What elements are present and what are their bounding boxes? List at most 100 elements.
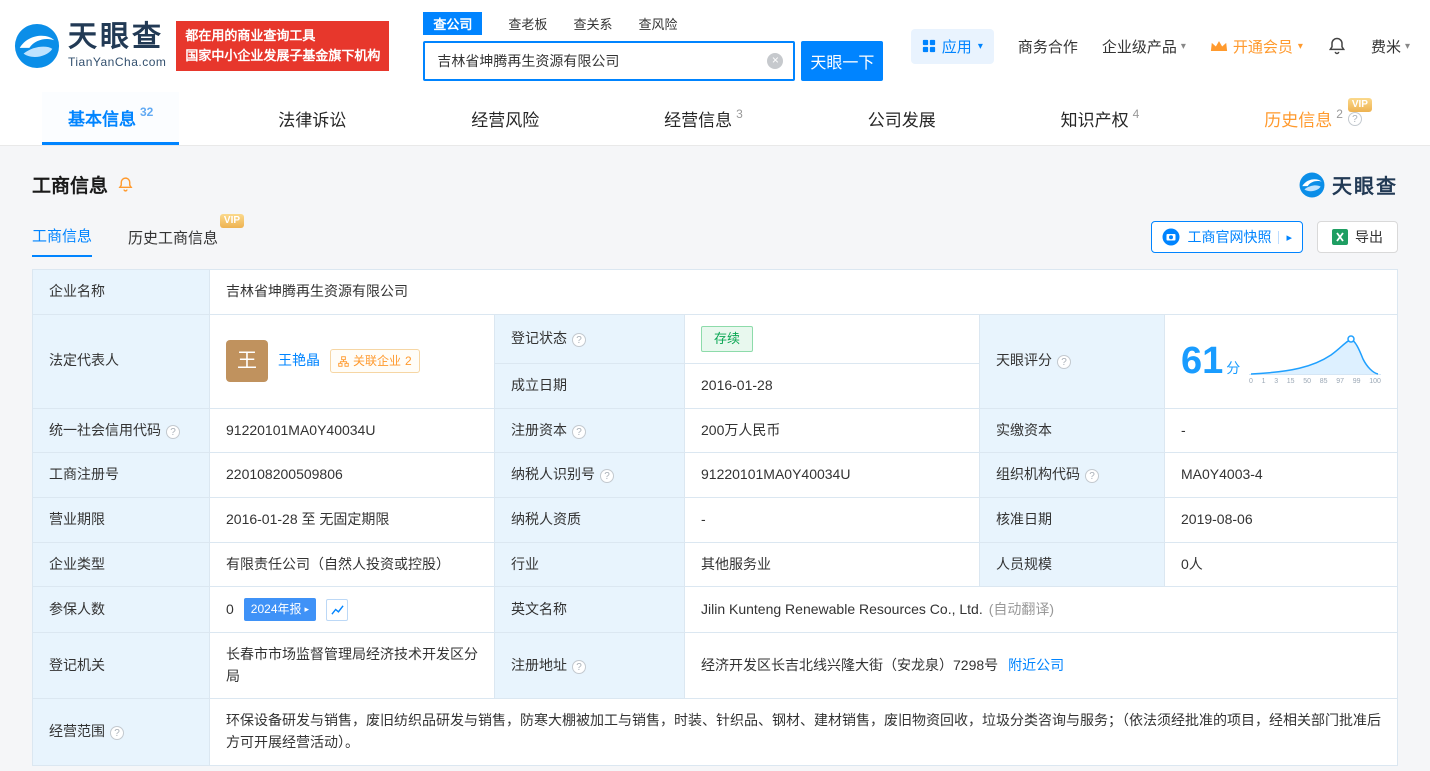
brand-site: TianYanCha.com	[68, 55, 166, 69]
industry-label: 行业	[495, 542, 685, 587]
username: 费米	[1371, 36, 1401, 57]
taxpayer-qual-value: -	[685, 497, 980, 542]
tab-company-development[interactable]: 公司发展	[842, 92, 962, 145]
apps-grid-icon	[922, 39, 936, 53]
arrow-right-icon: ▸	[1278, 231, 1292, 244]
open-vip-link[interactable]: 开通会员 ▾	[1210, 36, 1303, 57]
notification-bell-icon[interactable]	[1327, 36, 1347, 56]
help-icon[interactable]: ?	[166, 425, 180, 439]
table-row: 工商注册号 220108200509806 纳税人识别号? 91220101MA…	[33, 453, 1398, 498]
score-curve-chart[interactable]: 0131550859799100	[1249, 334, 1381, 388]
help-icon[interactable]: ?	[572, 425, 586, 439]
clear-icon[interactable]: ×	[767, 53, 783, 69]
tab-label: 知识产权	[1061, 106, 1129, 131]
legal-rep-link[interactable]: 王艳晶	[278, 350, 320, 372]
avatar[interactable]: 王	[226, 340, 268, 382]
chevron-down-icon: ▾	[978, 41, 983, 52]
help-icon[interactable]: ?	[1085, 469, 1099, 483]
reg-status-label: 登记状态?	[495, 314, 685, 363]
help-icon[interactable]: ?	[600, 469, 614, 483]
enterprise-products-link[interactable]: 企业级产品 ▾	[1102, 36, 1186, 57]
industry-value: 其他服务业	[685, 542, 980, 587]
related-companies-badge[interactable]: 关联企业 2	[330, 349, 420, 374]
score-axis: 0131550859799100	[1249, 377, 1381, 388]
help-icon[interactable]: ?	[1348, 112, 1362, 126]
logo-text: 天眼查 TianYanCha.com	[68, 23, 166, 69]
tab-intellectual-property[interactable]: 知识产权 4	[1035, 92, 1166, 145]
company-nav-tabs: 基本信息 32 法律诉讼 经营风险 经营信息 3 公司发展 知识产权 4 VIP…	[0, 92, 1430, 146]
search-tabs: 查公司 查老板 查关系 查风险	[423, 12, 883, 35]
tab-history-info[interactable]: VIP 历史信息 2 ?	[1238, 92, 1388, 145]
reg-capital-value: 200万人民币	[685, 408, 980, 453]
business-term-label: 营业期限	[33, 497, 210, 542]
reg-authority-label: 登记机关	[33, 632, 210, 698]
tab-basic-info[interactable]: 基本信息 32	[42, 92, 179, 145]
chevron-down-icon: ▾	[1405, 41, 1410, 52]
page: { "icons": { "help": "?", "caret": "▾", …	[0, 0, 1430, 771]
official-snapshot-button[interactable]: 工商官网快照 ▸	[1151, 221, 1303, 253]
open-vip-label: 开通会员	[1233, 36, 1293, 57]
table-row: 统一社会信用代码? 91220101MA0Y40034U 注册资本? 200万人…	[33, 408, 1398, 453]
search-tab-boss[interactable]: 查老板	[508, 14, 547, 33]
export-button[interactable]: 导出	[1317, 221, 1398, 253]
excel-icon	[1332, 229, 1348, 245]
org-code-value: MA0Y4003-4	[1165, 453, 1398, 498]
help-icon[interactable]: ?	[110, 726, 124, 740]
tagline-line1: 都在用的商业查询工具	[185, 26, 380, 46]
tab-count: 32	[140, 105, 153, 119]
staff-size-label: 人员规模	[980, 542, 1165, 587]
business-cooperation-link[interactable]: 商务合作	[1018, 36, 1078, 57]
tab-label: 经营风险	[471, 106, 539, 131]
enterprise-products-label: 企业级产品	[1102, 36, 1177, 57]
nearby-companies-link[interactable]: 附近公司	[1008, 657, 1064, 673]
help-icon[interactable]: ?	[572, 660, 586, 674]
annual-report-badge[interactable]: 2024年报 ▸	[244, 598, 316, 621]
tianyancha-logo[interactable]: 天眼查 TianYanCha.com	[14, 23, 166, 69]
search-box: ×	[423, 41, 795, 81]
score-value: 61分 0131550859799100	[1165, 314, 1398, 408]
apps-button[interactable]: 应用 ▾	[911, 29, 994, 64]
related-companies-label: 关联企业	[353, 352, 401, 371]
reg-number-value: 220108200509806	[210, 453, 495, 498]
search-row: × 天眼一下	[423, 41, 883, 81]
search-button[interactable]: 天眼一下	[801, 41, 883, 81]
table-row: 参保人数 0 2024年报 ▸ 英文名称 Jilin Kunteng Renew…	[33, 587, 1398, 633]
search-tab-relation[interactable]: 查关系	[573, 14, 612, 33]
chevron-down-icon: ▾	[1181, 41, 1186, 52]
subtab-history-business-info[interactable]: 历史工商信息 VIP	[128, 227, 218, 257]
search-area: 查公司 查老板 查关系 查风险 × 天眼一下	[423, 12, 883, 81]
search-tab-company[interactable]: 查公司	[423, 12, 482, 35]
credit-code-label: 统一社会信用代码?	[33, 408, 210, 453]
insured-trend-button[interactable]	[326, 599, 348, 621]
company-type-value: 有限责任公司（自然人投资或控股）	[210, 542, 495, 587]
score-number: 61分	[1181, 332, 1240, 391]
tab-count: 4	[1133, 107, 1140, 121]
business-term-value: 2016-01-28 至 无固定期限	[210, 497, 495, 542]
apps-label: 应用	[942, 36, 972, 57]
reg-address-value: 经济开发区长吉北线兴隆大街（安龙泉）7298号附近公司	[685, 632, 1398, 698]
tab-legal-proceedings[interactable]: 法律诉讼	[252, 92, 372, 145]
export-label: 导出	[1355, 227, 1383, 247]
subtab-business-info[interactable]: 工商信息	[32, 225, 92, 257]
reg-capital-label: 注册资本?	[495, 408, 685, 453]
table-row: 法定代表人 王 王艳晶 关联企业 2 登记状态? 存续 天眼评分?	[33, 314, 1398, 363]
tab-operation-info[interactable]: 经营信息 3	[638, 92, 769, 145]
chevron-down-icon: ▾	[1298, 41, 1303, 52]
search-tab-risk[interactable]: 查风险	[638, 14, 677, 33]
related-companies-count: 2	[405, 352, 412, 371]
section-title: 工商信息	[32, 171, 108, 198]
help-icon[interactable]: ?	[1057, 355, 1071, 369]
help-icon[interactable]: ?	[572, 333, 586, 347]
paid-capital-label: 实缴资本	[980, 408, 1165, 453]
brand-tagline: 都在用的商业查询工具 国家中小企业发展子基金旗下机构	[176, 21, 389, 71]
brand-name: 天眼查	[68, 23, 166, 52]
legal-rep-label: 法定代表人	[33, 314, 210, 408]
search-input[interactable]	[425, 43, 793, 79]
tab-operation-risk[interactable]: 经营风险	[445, 92, 565, 145]
tab-count: 2	[1336, 107, 1343, 121]
table-row: 营业期限 2016-01-28 至 无固定期限 纳税人资质 - 核准日期 201…	[33, 497, 1398, 542]
subscribe-bell-icon[interactable]	[117, 176, 134, 193]
org-chart-icon	[338, 356, 349, 367]
user-menu[interactable]: 费米 ▾	[1371, 36, 1410, 57]
taxpayer-id-value: 91220101MA0Y40034U	[685, 453, 980, 498]
